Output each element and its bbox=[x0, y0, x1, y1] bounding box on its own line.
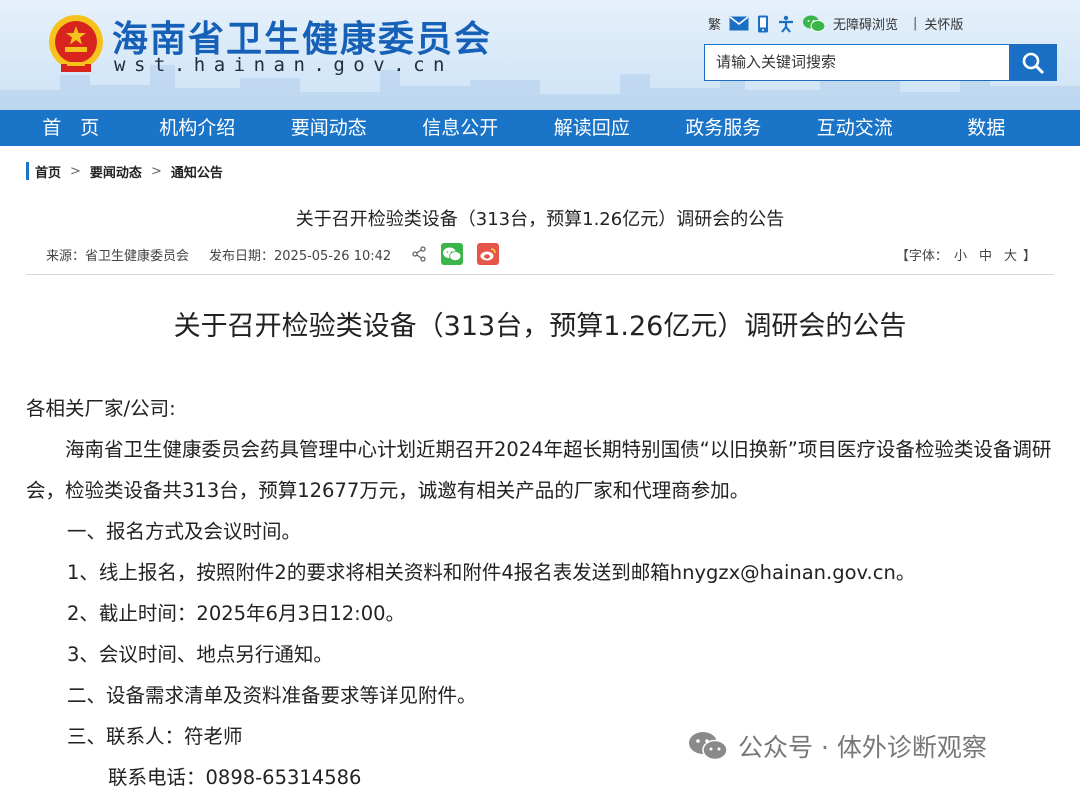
font-small-button[interactable]: 小 bbox=[954, 249, 967, 264]
article-date: 发布日期：2025-05-26 10:42 bbox=[209, 248, 392, 264]
weibo-icon bbox=[480, 248, 496, 261]
search-icon bbox=[1022, 52, 1045, 74]
font-size-control: 【字体： 小中大】 bbox=[896, 245, 1036, 264]
section-1-item-2: 2、截止时间：2025年6月3日12:00。 bbox=[67, 602, 406, 625]
meta-divider bbox=[26, 274, 1054, 275]
national-emblem-icon bbox=[49, 15, 103, 72]
accessibility-icon[interactable] bbox=[777, 15, 795, 33]
search-button[interactable] bbox=[1009, 44, 1057, 81]
search-input[interactable]: 请输入关键词搜索 bbox=[704, 44, 1010, 81]
nav-item-services[interactable]: 政务服务 bbox=[658, 110, 790, 146]
watermark: 公众号 · 体外诊断观察 bbox=[688, 728, 987, 764]
breadcrumb: 首页 > 要闻动态 > 通知公告 bbox=[26, 162, 223, 181]
top-links-separator: | bbox=[913, 16, 918, 31]
share-wechat-button[interactable] bbox=[441, 243, 464, 265]
elder-mode-link[interactable]: 关怀版 bbox=[924, 14, 963, 33]
nav-item-interpretation[interactable]: 解读回应 bbox=[526, 110, 658, 146]
breadcrumb-arrow: > bbox=[150, 163, 162, 179]
breadcrumb-home[interactable]: 首页 bbox=[35, 162, 61, 181]
site-domain: wst.hainan.gov.cn bbox=[114, 54, 453, 76]
section-1-item-3: 3、会议时间、地点另行通知。 bbox=[67, 643, 333, 666]
font-size-close: 】 bbox=[1022, 248, 1036, 264]
nav-item-home[interactable]: 首 页 bbox=[0, 110, 132, 146]
article-head-title: 关于召开检验类设备（313台，预算1.26亿元）调研会的公告 bbox=[295, 209, 785, 230]
mobile-icon[interactable] bbox=[757, 15, 769, 33]
site-header: 海南省卫生健康委员会 wst.hainan.gov.cn 繁 无障碍浏览 | 关… bbox=[0, 0, 1080, 110]
article-main-title: 关于召开检验类设备（313台，预算1.26亿元）调研会的公告 bbox=[173, 311, 907, 342]
nav-item-data[interactable]: 数据 bbox=[921, 110, 1053, 146]
breadcrumb-arrow: > bbox=[70, 163, 81, 179]
section-1-item-1: 1、线上报名，按照附件2的要求将相关资料和附件4报名表发送到邮箱hnygzx@h… bbox=[67, 561, 916, 584]
share-weibo-button[interactable] bbox=[477, 243, 500, 265]
article-meta: 来源：省卫生健康委员会 发布日期：2025-05-26 10:42 【字体： 小中… bbox=[46, 242, 1056, 266]
wechat-icon bbox=[443, 247, 462, 261]
breadcrumb-section[interactable]: 要闻动态 bbox=[90, 162, 142, 181]
main-nav: 首 页 机构介绍 要闻动态 信息公开 解读回应 政务服务 互动交流 数据 bbox=[0, 110, 1080, 146]
article-greeting: 各相关厂家/公司: bbox=[26, 397, 176, 420]
wechat-icon bbox=[689, 732, 728, 761]
section-2: 二、设备需求清单及资料准备要求等详见附件。 bbox=[67, 684, 477, 707]
wechat-icon[interactable] bbox=[803, 15, 826, 33]
top-links-bar: 繁 无障碍浏览 | 关怀版 bbox=[708, 14, 971, 33]
nav-item-about[interactable]: 机构介绍 bbox=[132, 110, 264, 146]
nav-item-interaction[interactable]: 互动交流 bbox=[789, 110, 921, 146]
font-medium-button[interactable]: 中 bbox=[979, 249, 992, 264]
accessible-browse-link[interactable]: 无障碍浏览 bbox=[833, 14, 898, 33]
font-size-label: 【字体： bbox=[895, 248, 948, 264]
nav-item-news[interactable]: 要闻动态 bbox=[263, 110, 395, 146]
article-source: 来源：省卫生健康委员会 bbox=[46, 248, 190, 264]
section-1: 一、报名方式及会议时间。 bbox=[67, 520, 302, 543]
share-icon bbox=[411, 246, 427, 262]
breadcrumb-current[interactable]: 通知公告 bbox=[171, 162, 223, 181]
font-large-button[interactable]: 大 bbox=[1004, 249, 1017, 264]
traditional-chinese-link[interactable]: 繁 bbox=[708, 14, 721, 33]
article-intro: 海南省卫生健康委员会药具管理中心计划近期召开2024年超长期特别国债“以旧换新”… bbox=[26, 438, 1052, 502]
mail-icon[interactable] bbox=[729, 16, 749, 31]
nav-item-disclosure[interactable]: 信息公开 bbox=[395, 110, 527, 146]
watermark-text: 公众号 · 体外诊断观察 bbox=[738, 733, 987, 762]
